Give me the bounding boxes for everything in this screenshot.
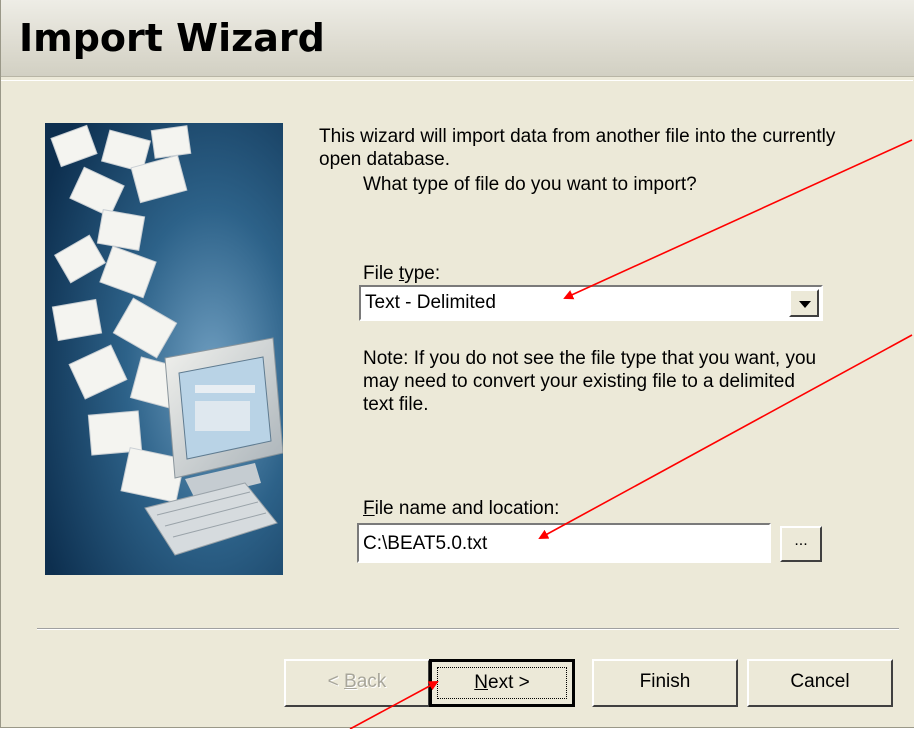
wizard-intro-text: This wizard will import data from anothe… xyxy=(319,126,836,170)
finish-button[interactable]: Finish xyxy=(592,659,738,707)
file-type-label: File type: xyxy=(363,263,441,284)
file-type-value: Text - Delimited xyxy=(365,292,496,313)
button-separator xyxy=(37,628,899,630)
file-name-value: C:\BEAT5.0.txt xyxy=(363,533,488,554)
file-type-select[interactable]: Text - Delimited xyxy=(359,285,823,321)
note-text: Note: If you do not see the file type th… xyxy=(363,348,817,415)
wizard-header: Import Wizard xyxy=(1,0,914,77)
chevron-down-icon[interactable] xyxy=(789,289,819,317)
cancel-button[interactable]: Cancel xyxy=(747,659,893,707)
import-wizard-dialog: Import Wizard This wizard will import da… xyxy=(0,0,914,728)
wizard-illustration xyxy=(45,123,283,575)
file-name-input[interactable]: C:\BEAT5.0.txt xyxy=(357,523,771,563)
file-type-question: What type of file do you want to import? xyxy=(363,174,697,195)
browse-button[interactable]: ... xyxy=(780,526,822,562)
next-button[interactable]: Next > xyxy=(429,659,575,707)
back-button[interactable]: < Back xyxy=(284,659,430,707)
file-name-label: File name and location: xyxy=(363,498,560,519)
wizard-title: Import Wizard xyxy=(19,16,325,60)
